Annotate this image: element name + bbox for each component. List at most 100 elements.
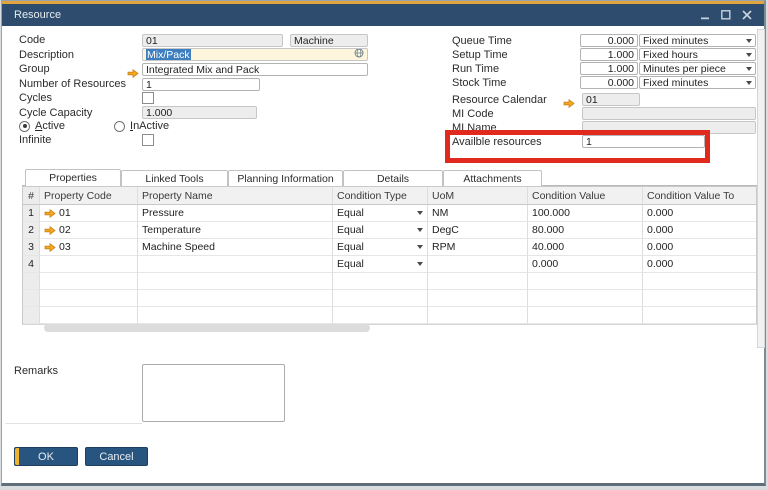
condition-type-cell[interactable]: Equal xyxy=(333,239,428,256)
condition-type-cell[interactable]: Equal xyxy=(333,222,428,239)
row-number[interactable]: 1 xyxy=(23,205,40,222)
cycles-checkbox[interactable] xyxy=(142,92,154,104)
maximize-icon[interactable] xyxy=(721,10,731,20)
vertical-scrollbar-track[interactable] xyxy=(757,29,765,348)
link-arrow-icon xyxy=(44,225,56,235)
condition-value-to-cell[interactable]: 0.000 xyxy=(643,239,756,256)
title-bar: Resource xyxy=(2,4,764,26)
row-number[interactable]: 3 xyxy=(23,239,40,256)
available-resources-field[interactable]: 1 xyxy=(582,135,705,148)
remarks-divider xyxy=(5,423,142,424)
mi-name-label: MI Name xyxy=(452,122,497,134)
uom-cell[interactable] xyxy=(428,256,528,273)
property-code-cell[interactable]: 02 xyxy=(40,222,138,239)
mi-name-field[interactable] xyxy=(582,121,756,134)
ok-button[interactable]: OK xyxy=(14,447,78,466)
col-header-property-code: Property Code xyxy=(40,187,138,205)
stock-time-field[interactable]: 0.000 xyxy=(580,76,638,89)
tab-planning-information[interactable]: Planning Information xyxy=(228,170,343,186)
number-of-resources-field[interactable]: 1 xyxy=(142,78,260,91)
queue-time-field[interactable]: 0.000 xyxy=(580,34,638,47)
uom-cell[interactable]: DegC xyxy=(428,222,528,239)
col-header-condition-value-to: Condition Value To xyxy=(643,187,756,205)
property-code-cell[interactable]: 01 xyxy=(40,205,138,222)
description-selected-text: Mix/Pack xyxy=(146,48,191,61)
property-code-cell[interactable]: 03 xyxy=(40,239,138,256)
condition-type-cell[interactable]: Equal xyxy=(333,256,428,273)
resource-calendar-field[interactable]: 01 xyxy=(582,93,640,106)
cycles-label: Cycles xyxy=(19,92,53,104)
queue-time-unit-dropdown[interactable]: Fixed minutes xyxy=(639,34,756,47)
inactive-radio[interactable]: InActive xyxy=(114,120,169,132)
table-row: 4 Equal 0.000 0.000 xyxy=(23,256,756,273)
cancel-button[interactable]: Cancel xyxy=(85,447,148,466)
queue-time-label: Queue Time xyxy=(452,35,512,47)
stock-time-unit-dropdown[interactable]: Fixed minutes xyxy=(639,76,756,89)
active-radio-label[interactable]: Active xyxy=(35,120,65,132)
dropdown-arrow-icon[interactable] xyxy=(417,228,423,232)
setup-time-field[interactable]: 1.000 xyxy=(580,48,638,61)
dropdown-arrow-icon[interactable] xyxy=(746,52,752,57)
dropdown-arrow-icon[interactable] xyxy=(746,80,752,85)
condition-value-cell[interactable]: 80.000 xyxy=(528,222,643,239)
minimize-icon[interactable] xyxy=(701,10,710,20)
property-name-cell[interactable]: Machine Speed xyxy=(138,239,333,256)
inactive-radio-label[interactable]: InActive xyxy=(130,120,169,132)
dropdown-arrow-icon[interactable] xyxy=(417,211,423,215)
property-code-cell[interactable] xyxy=(40,256,138,273)
run-time-label: Run Time xyxy=(452,63,500,75)
resource-calendar-label: Resource Calendar xyxy=(452,94,547,106)
row-number[interactable]: 4 xyxy=(23,256,40,273)
condition-value-cell[interactable]: 100.000 xyxy=(528,205,643,222)
properties-table: # Property Code Property Name Condition … xyxy=(22,186,757,325)
group-field[interactable]: Integrated Mix and Pack xyxy=(142,63,368,76)
infinite-checkbox[interactable] xyxy=(142,134,154,146)
table-header-row: # Property Code Property Name Condition … xyxy=(23,187,756,205)
col-header-property-name: Property Name xyxy=(138,187,333,205)
active-radio[interactable]: Active xyxy=(19,120,65,132)
link-arrow-icon[interactable] xyxy=(127,65,139,83)
condition-type-cell[interactable]: Equal xyxy=(333,205,428,222)
condition-value-cell[interactable]: 0.000 xyxy=(528,256,643,273)
property-name-cell[interactable] xyxy=(138,256,333,273)
tab-properties[interactable]: Properties xyxy=(25,169,121,186)
uom-cell[interactable]: RPM xyxy=(428,239,528,256)
table-row: 2 02 Temperature Equal DegC 80.000 0.000 xyxy=(23,222,756,239)
remarks-field[interactable] xyxy=(142,364,285,422)
description-field[interactable]: Mix/Pack xyxy=(142,48,368,61)
run-time-unit-dropdown[interactable]: Minutes per piece xyxy=(639,62,756,75)
globe-icon[interactable] xyxy=(354,49,364,60)
dropdown-arrow-icon[interactable] xyxy=(417,262,423,266)
uom-cell[interactable]: NM xyxy=(428,205,528,222)
code-field[interactable]: 01 xyxy=(142,34,283,47)
condition-value-cell[interactable]: 40.000 xyxy=(528,239,643,256)
row-number[interactable]: 2 xyxy=(23,222,40,239)
condition-value-to-cell[interactable]: 0.000 xyxy=(643,222,756,239)
code-label: Code xyxy=(19,34,46,46)
resource-type-field[interactable]: Machine xyxy=(290,34,368,47)
ok-button-focus-bar xyxy=(15,448,19,465)
cycle-capacity-field[interactable]: 1.000 xyxy=(142,106,257,119)
tab-details[interactable]: Details xyxy=(343,170,443,186)
tab-linked-tools[interactable]: Linked Tools xyxy=(121,170,228,186)
mi-code-field[interactable] xyxy=(582,107,756,120)
property-name-cell[interactable]: Pressure xyxy=(138,205,333,222)
property-name-cell[interactable]: Temperature xyxy=(138,222,333,239)
condition-value-to-cell[interactable]: 0.000 xyxy=(643,256,756,273)
inactive-radio-circle[interactable] xyxy=(114,120,125,132)
dropdown-arrow-icon[interactable] xyxy=(746,66,752,71)
condition-value-to-cell[interactable]: 0.000 xyxy=(643,205,756,222)
run-time-field[interactable]: 1.000 xyxy=(580,62,638,75)
close-icon[interactable] xyxy=(742,10,752,20)
active-radio-circle[interactable] xyxy=(19,120,30,132)
cycle-capacity-label: Cycle Capacity xyxy=(19,107,93,119)
tab-attachments[interactable]: Attachments xyxy=(443,170,542,186)
dropdown-arrow-icon[interactable] xyxy=(746,38,752,43)
link-arrow-icon[interactable] xyxy=(563,95,575,113)
setup-time-unit-dropdown[interactable]: Fixed hours xyxy=(639,48,756,61)
table-row-empty xyxy=(23,290,756,307)
dropdown-arrow-icon[interactable] xyxy=(417,245,423,249)
horizontal-scrollbar-thumb[interactable] xyxy=(44,324,370,332)
link-arrow-icon xyxy=(44,242,56,252)
group-label: Group xyxy=(19,63,50,75)
